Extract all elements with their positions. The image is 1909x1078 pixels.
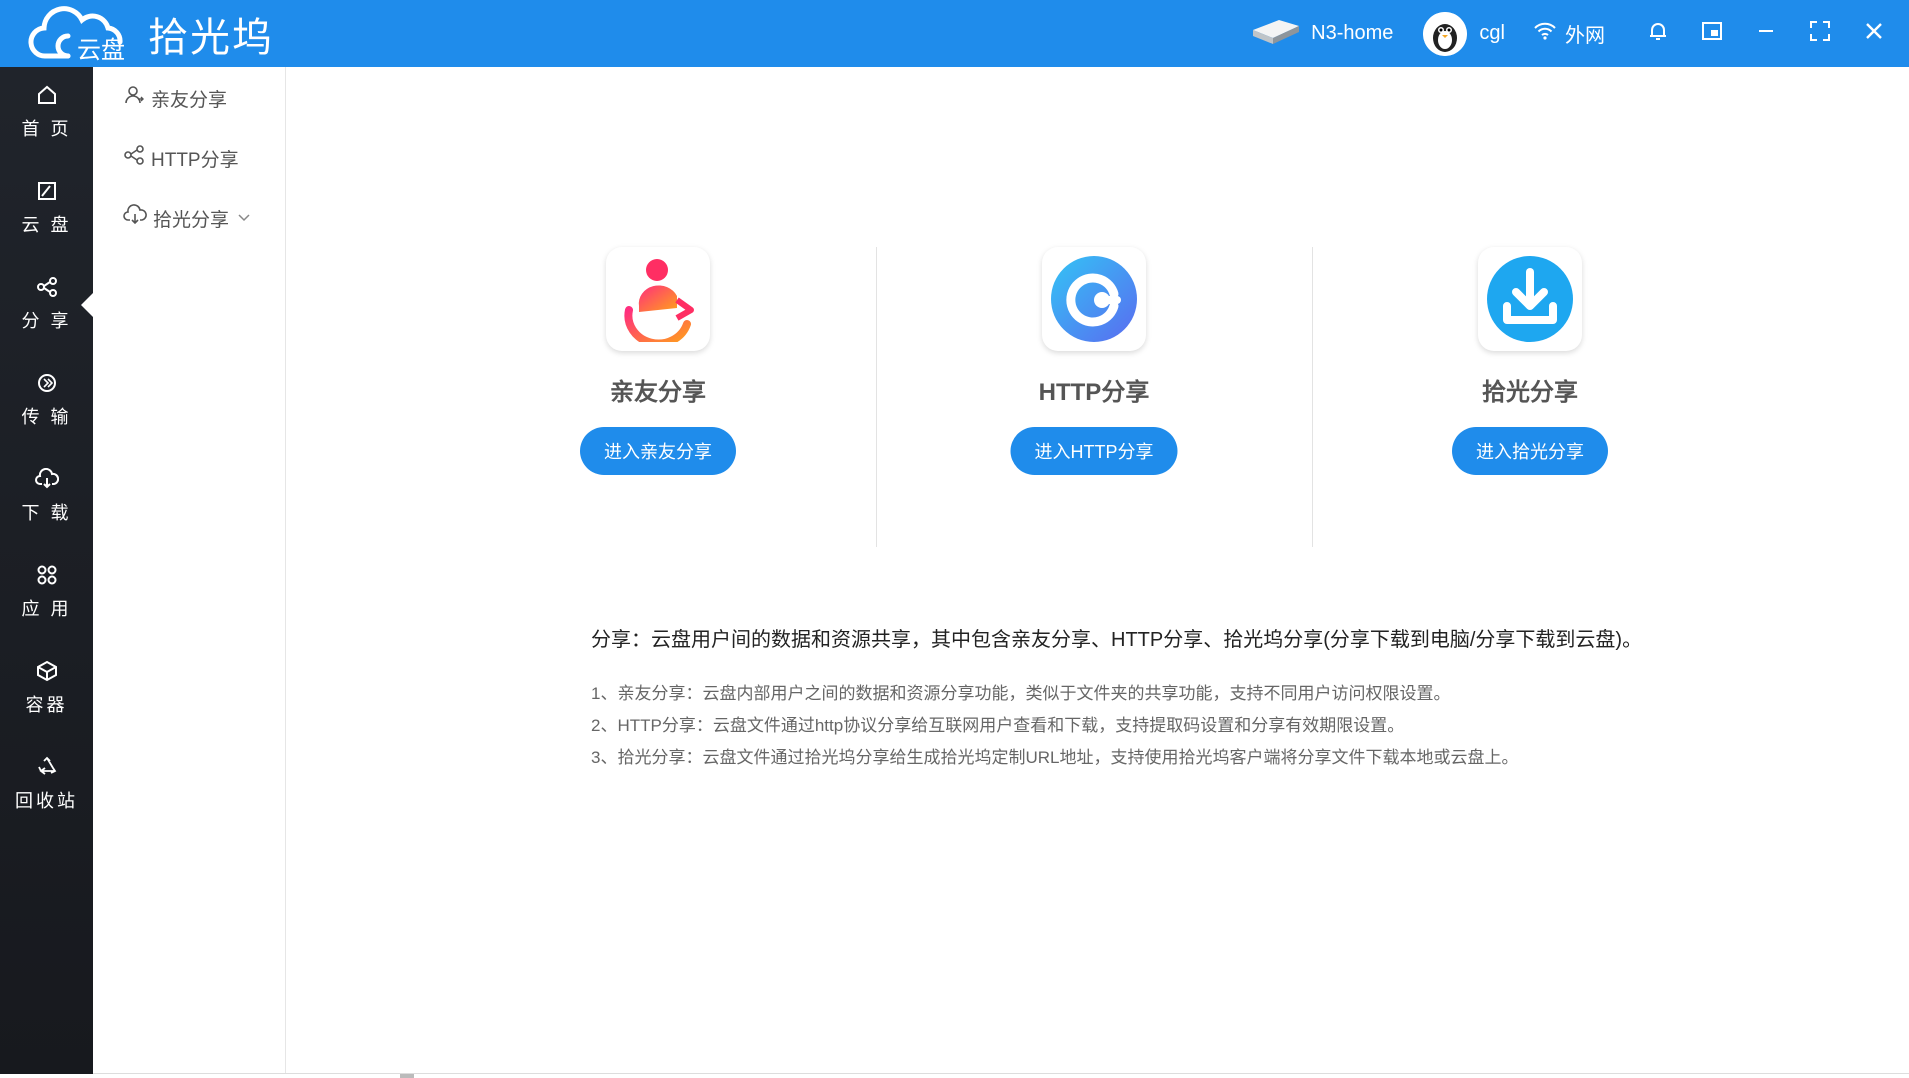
description-line: 1、亲友分享：云盘内部用户之间的数据和资源分享功能，类似于文件夹的共享功能，支持… [591,684,1451,703]
description-summary: 分享：云盘用户间的数据和资源共享，其中包含亲友分享、HTTP分享、拾光坞分享(分… [591,629,1643,651]
apps-icon [36,564,58,591]
nav-container-label: 容器 [25,694,68,715]
nav-recycle-bin-label: 回收站 [15,790,78,811]
description-list: 1、亲友分享：云盘内部用户之间的数据和资源分享功能，类似于文件夹的共享功能，支持… [591,678,1841,774]
share-icon [36,276,58,303]
nav-share-label: 分 享 [21,310,72,331]
avatar [1423,11,1468,56]
minimize-icon [1756,21,1776,46]
nav-cloud-disk[interactable]: 云 盘 [0,165,93,251]
nav-download[interactable]: 下 载 [0,453,93,539]
cloud-disk-icon [36,180,58,207]
shiguang-share-card: 拾光分享 进入拾光分享 [1320,247,1740,547]
friend-share-title: 亲友分享 [610,379,706,406]
http-share-icon [1042,247,1146,351]
device-name: N3-home [1311,22,1394,44]
nav-recycle-bin[interactable]: 回收站 [0,741,93,827]
nav-container[interactable]: 容器 [0,645,93,731]
main-navigation: 首 页 云 盘 分 享 传 输 下 载 应 用 容器 回收站 [0,67,93,1074]
fullscreen-icon [1809,20,1831,47]
nav-home-label: 首 页 [21,118,72,139]
bell-icon [1647,20,1669,47]
close-button[interactable] [1847,0,1901,67]
nas-device-icon [1249,16,1301,51]
card-divider [1312,247,1313,547]
recycle-icon [36,756,58,783]
mini-window-button[interactable] [1685,0,1739,67]
share-main-panel: 亲友分享 进入亲友分享 HTTP分享 进入HTTP分享 拾光分享 进入拾光分享 … [287,67,1909,1074]
chevron-down-icon [237,207,251,229]
app-title: 拾光坞 [148,15,274,61]
nav-transfer[interactable]: 传 输 [0,357,93,443]
cloud-logo-icon: 云盘 [28,6,136,64]
submenu-http-share-label: HTTP分享 [151,149,239,171]
network-label: 外网 [1565,25,1605,47]
transfer-icon [36,372,58,399]
description-line: 2、HTTP分享：云盘文件通过http协议分享给互联网用户查看和下载，支持提取码… [591,716,1405,735]
nav-share[interactable]: 分 享 [0,261,93,347]
nav-apps[interactable]: 应 用 [0,549,93,635]
http-share-title: HTTP分享 [1038,379,1150,406]
http-share-card: HTTP分享 进入HTTP分享 [884,247,1304,547]
fullscreen-button[interactable] [1793,0,1847,67]
nav-home[interactable]: 首 页 [0,69,93,155]
app-logo: 云盘 拾光坞 [28,4,274,64]
enter-friend-share-button[interactable]: 进入亲友分享 [580,427,736,475]
friend-share-card: 亲友分享 进入亲友分享 [448,247,868,547]
nav-apps-label: 应 用 [21,598,72,619]
submenu-friend-share-label: 亲友分享 [151,89,228,111]
user-name: cgl [1479,22,1505,44]
home-icon [36,84,58,111]
submenu-http-share[interactable]: HTTP分享 [123,140,239,176]
container-icon [36,660,58,687]
user-menu[interactable]: cgl [1423,11,1505,56]
share-description: 分享：云盘用户间的数据和资源共享，其中包含亲友分享、HTTP分享、拾光坞分享(分… [591,623,1841,774]
close-icon [1864,21,1884,46]
device-selector[interactable]: N3-home [1249,16,1393,51]
logo-cloud-text: 云盘 [77,36,125,64]
download-icon [34,467,59,495]
shiguang-share-title: 拾光分享 [1482,379,1578,406]
network-status[interactable]: 外网 [1533,19,1605,48]
cloud-download-icon [123,204,147,232]
enter-shiguang-share-button[interactable]: 进入拾光分享 [1452,427,1608,475]
scrollbar-handle[interactable] [400,1074,414,1078]
picture-in-picture-icon [1701,20,1723,47]
submenu-shiguang-share-label: 拾光分享 [153,209,230,231]
friend-share-icon [606,247,710,351]
bottom-divider [93,1073,1909,1074]
share-submenu: 亲友分享 HTTP分享 拾光分享 [93,67,286,1074]
title-bar: 云盘 拾光坞 N3-home cgl 外网 [0,0,1909,67]
submenu-friend-share[interactable]: 亲友分享 [123,80,227,116]
wifi-icon [1533,21,1557,46]
nav-download-label: 下 载 [21,502,72,523]
minimize-button[interactable] [1739,0,1793,67]
description-line: 3、拾光分享：云盘文件通过拾光坞分享给生成拾光坞定制URL地址，支持使用拾光坞客… [591,748,1519,767]
share-icon [123,144,145,172]
card-divider [876,247,877,547]
enter-http-share-button[interactable]: 进入HTTP分享 [1010,427,1178,475]
nav-transfer-label: 传 输 [21,406,72,427]
notification-button[interactable] [1631,0,1685,67]
nav-cloud-disk-label: 云 盘 [21,214,72,235]
user-icon [123,84,145,112]
shiguang-share-icon [1478,247,1582,351]
submenu-shiguang-share[interactable]: 拾光分享 [123,200,251,236]
